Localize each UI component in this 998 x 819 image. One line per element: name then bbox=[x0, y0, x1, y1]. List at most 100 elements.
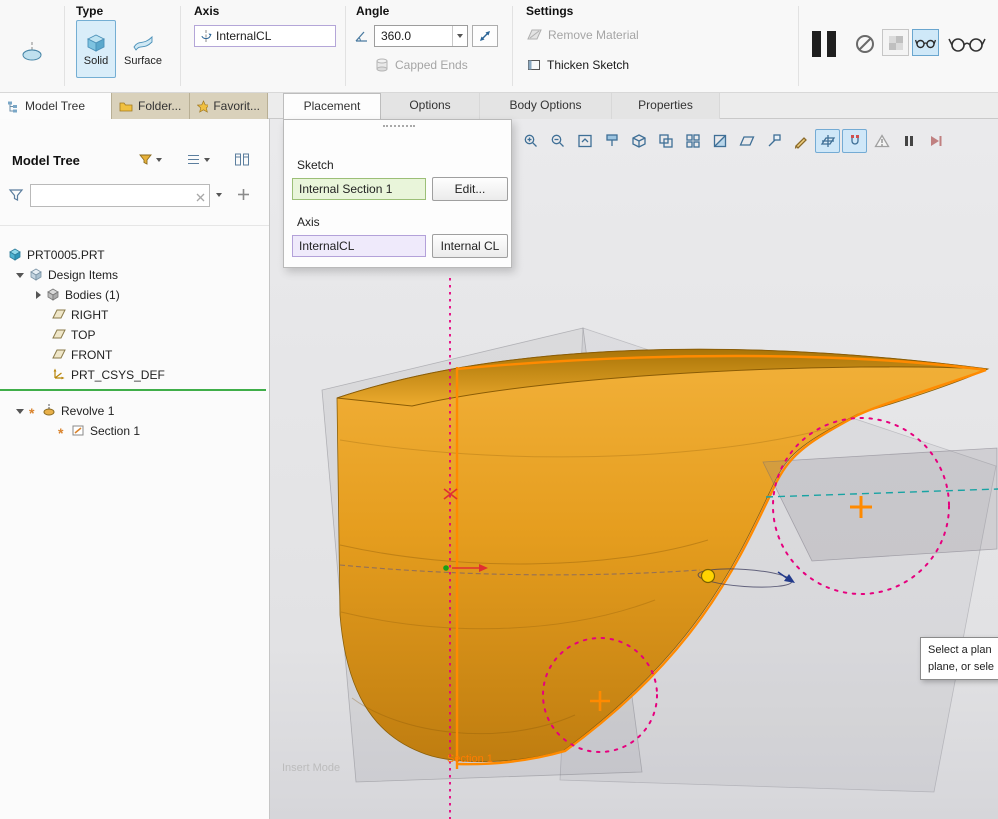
verify-button[interactable] bbox=[948, 33, 986, 58]
dragger-display-icon bbox=[820, 135, 835, 147]
angle-dimension-icon bbox=[354, 28, 370, 47]
expand-arrow-icon[interactable] bbox=[16, 272, 24, 278]
resume-feature-button[interactable] bbox=[923, 129, 948, 153]
list-icon bbox=[188, 155, 199, 164]
tab-placement[interactable]: Placement bbox=[283, 93, 381, 120]
capped-ends-checkbox[interactable]: Capped Ends bbox=[374, 58, 468, 72]
bodies-icon bbox=[46, 287, 60, 304]
zoom-out-button[interactable] bbox=[545, 129, 570, 153]
tab-properties[interactable]: Properties bbox=[612, 93, 720, 119]
annotation-display-icon bbox=[768, 134, 781, 147]
csys-icon bbox=[52, 367, 66, 384]
search-filter-icon bbox=[8, 187, 24, 206]
tree-item-csys[interactable]: PRT_CSYS_DEF bbox=[0, 365, 269, 385]
tree-search-input[interactable] bbox=[30, 184, 210, 207]
tab-favorites[interactable]: Favorit... bbox=[190, 93, 268, 119]
tree-item-top-plane[interactable]: TOP bbox=[0, 325, 269, 345]
placement-panel: Sketch Internal Section 1 Edit... Axis I… bbox=[283, 119, 512, 268]
verify-glasses-icon bbox=[948, 38, 986, 52]
tree-view-options-button[interactable] bbox=[186, 152, 210, 167]
dragger-display-button[interactable] bbox=[815, 129, 840, 153]
axis-collector-field-panel[interactable]: InternalCL bbox=[292, 235, 426, 257]
expand-arrow-icon[interactable] bbox=[16, 408, 24, 414]
axis-label: Axis bbox=[297, 215, 320, 229]
angle-drag-handle[interactable] bbox=[700, 568, 716, 584]
warnings-button[interactable] bbox=[869, 129, 894, 153]
clear-search-icon[interactable] bbox=[196, 191, 205, 205]
remove-material-button[interactable]: Remove Material bbox=[526, 27, 639, 42]
tree-item-front-plane[interactable]: FRONT bbox=[0, 345, 269, 365]
tree-columns-button[interactable] bbox=[234, 152, 250, 167]
tree-item-part-root[interactable]: PRT0005.PRT bbox=[0, 245, 269, 265]
thicken-sketch-checkbox[interactable]: Thicken Sketch bbox=[526, 58, 629, 72]
model-tree-icon bbox=[8, 101, 17, 112]
tab-model-tree[interactable]: Model Tree bbox=[0, 93, 112, 119]
section-button[interactable] bbox=[707, 129, 732, 153]
sketch-collector-field[interactable]: Internal Section 1 bbox=[292, 178, 426, 200]
display-style-icon bbox=[631, 134, 646, 148]
collapse-arrow-icon[interactable] bbox=[36, 291, 41, 299]
tab-folder-browser[interactable]: Folder... bbox=[112, 93, 190, 119]
surface-icon bbox=[133, 35, 153, 51]
flip-direction-icon bbox=[480, 31, 490, 41]
dashboard-controls bbox=[798, 0, 998, 92]
solid-cube-icon bbox=[86, 33, 106, 52]
resume-icon bbox=[930, 136, 941, 146]
axis-group: Axis InternalCL bbox=[186, 0, 344, 92]
angle-group-label: Angle bbox=[356, 4, 390, 18]
attached-preview-button[interactable] bbox=[912, 29, 939, 56]
insert-mode-watermark: Insert Mode bbox=[282, 762, 341, 774]
add-filter-button[interactable] bbox=[236, 187, 251, 205]
snap-mode-button[interactable] bbox=[842, 129, 867, 153]
sketch-display-button[interactable] bbox=[788, 129, 813, 153]
repaint-button[interactable] bbox=[599, 129, 624, 153]
tab-strip: Model Tree Folder... Favorit... Placemen… bbox=[0, 93, 998, 120]
internal-cl-button[interactable]: Internal CL bbox=[432, 234, 508, 258]
view-manager-button[interactable] bbox=[680, 129, 705, 153]
panel-grip-icon[interactable] bbox=[383, 125, 415, 127]
creo-revolve-window: Type Solid Surface Axis InternalCL Angle bbox=[0, 0, 998, 819]
tree-item-right-plane[interactable]: RIGHT bbox=[0, 305, 269, 325]
pause-feature-button[interactable] bbox=[896, 129, 921, 153]
flip-angle-button[interactable] bbox=[472, 25, 498, 47]
unattached-preview-button[interactable] bbox=[882, 29, 909, 56]
tree-item-bodies[interactable]: Bodies (1) bbox=[0, 285, 269, 305]
columns-icon bbox=[235, 153, 249, 166]
repaint-icon bbox=[605, 134, 618, 146]
attached-preview-icon bbox=[915, 39, 936, 48]
tab-options[interactable]: Options bbox=[381, 93, 480, 119]
saved-orientations-icon bbox=[658, 134, 673, 148]
tree-filters-button[interactable] bbox=[138, 152, 162, 167]
chevron-down-icon bbox=[156, 157, 162, 162]
surface-button[interactable]: Surface bbox=[120, 20, 166, 78]
solid-button[interactable]: Solid bbox=[76, 20, 116, 78]
axis-collector-field[interactable]: InternalCL bbox=[194, 25, 336, 47]
section-start-point bbox=[443, 565, 449, 571]
pause-icon bbox=[904, 136, 913, 146]
saved-orientations-button[interactable] bbox=[653, 129, 678, 153]
model-tree-title: Model Tree bbox=[12, 153, 80, 168]
remove-material-icon bbox=[527, 29, 542, 40]
section-name-tag[interactable]: Section 1 bbox=[447, 753, 493, 765]
no-preview-button[interactable] bbox=[854, 33, 876, 58]
refit-button[interactable] bbox=[572, 129, 597, 153]
graphics-toolbar bbox=[518, 129, 948, 154]
annotation-display-button[interactable] bbox=[761, 129, 786, 153]
star-icon bbox=[197, 99, 209, 113]
insert-here-locator[interactable] bbox=[0, 389, 266, 391]
selection-tooltip: Select a plan plane, or sele bbox=[920, 637, 998, 680]
pause-button[interactable] bbox=[812, 31, 842, 60]
tree-item-section[interactable]: Section 1 bbox=[0, 421, 269, 441]
tree-item-revolve[interactable]: Revolve 1 bbox=[0, 401, 269, 421]
display-style-button[interactable] bbox=[626, 129, 651, 153]
section-icon bbox=[713, 134, 726, 148]
angle-dropdown-button[interactable] bbox=[452, 26, 467, 46]
zoom-in-button[interactable] bbox=[518, 129, 543, 153]
search-dropdown-icon[interactable] bbox=[216, 193, 222, 197]
tree-item-design-items[interactable]: Design Items bbox=[0, 265, 269, 285]
edit-sketch-button[interactable]: Edit... bbox=[432, 177, 508, 201]
datum-display-button[interactable] bbox=[734, 129, 759, 153]
revolve-tool-glyph bbox=[22, 42, 42, 61]
tab-body-options[interactable]: Body Options bbox=[480, 93, 612, 119]
angle-value-combo[interactable]: 360.0 bbox=[374, 25, 468, 47]
